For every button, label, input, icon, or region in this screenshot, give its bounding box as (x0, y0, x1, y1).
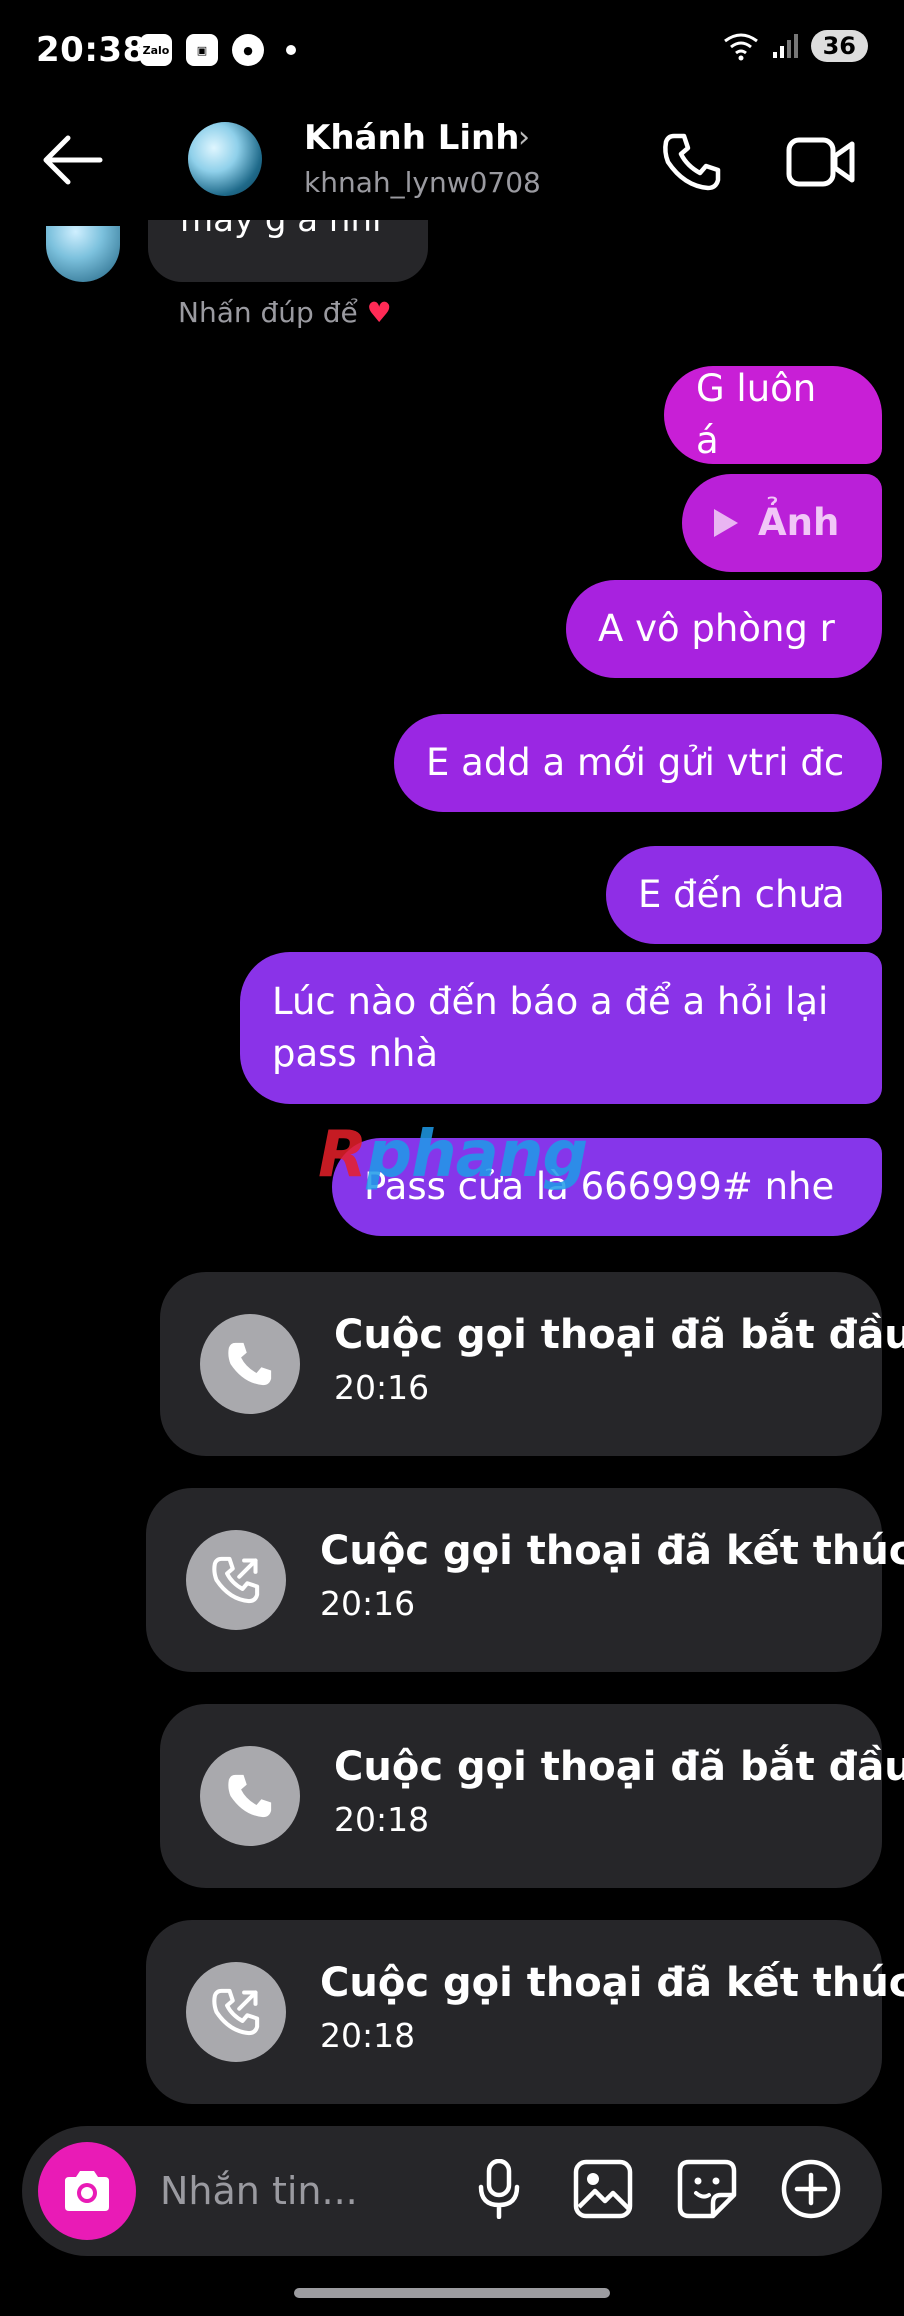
status-time: 20:38 (36, 30, 147, 70)
phone-outgoing-icon (186, 1962, 286, 2062)
heart-icon: ♥ (366, 296, 392, 329)
double-tap-hint-text: Nhấn đúp để (178, 296, 358, 329)
camera-icon (65, 2171, 109, 2211)
message-text: E đến chưa (638, 873, 845, 916)
message-text: E add a mới gửi vtri đc (426, 741, 845, 784)
call-time: 20:16 (334, 1368, 430, 1407)
battery-level: 36 (810, 30, 868, 62)
contact-name[interactable]: Khánh Linh (304, 118, 519, 158)
incoming-message-text: mày g ă nhỉ (180, 220, 382, 240)
image-icon (573, 2159, 633, 2219)
sticker-icon (677, 2159, 737, 2219)
outgoing-media-bubble[interactable]: Ảnh (682, 474, 882, 572)
play-icon (714, 509, 738, 537)
notification-dot (286, 45, 296, 55)
status-app-icons: Zalo ▣ ● (140, 34, 296, 66)
status-right: 36 (723, 30, 868, 62)
call-log-card[interactable]: Cuộc gọi thoại đã kết thúc 20:18 (146, 1920, 904, 2104)
back-arrow-icon[interactable] (40, 130, 104, 190)
call-log-card[interactable]: Cuộc gọi thoại đã bắt đầu 20:16 (160, 1272, 904, 1456)
outgoing-message-bubble[interactable]: E đến chưa (606, 846, 882, 944)
sticker-button[interactable] (674, 2156, 740, 2222)
sender-avatar[interactable] (46, 226, 120, 282)
call-title: Cuộc gọi thoại đã kết thúc (320, 1960, 904, 2006)
add-button[interactable] (778, 2156, 844, 2222)
phone-icon (200, 1746, 300, 1846)
call-time: 20:16 (320, 1584, 416, 1623)
profile-icon: ● (232, 34, 264, 66)
call-time: 20:18 (320, 2016, 416, 2055)
media-label: Ảnh (758, 501, 840, 544)
message-composer (22, 2126, 882, 2256)
outgoing-message-bubble[interactable]: E add a mới gửi vtri đc (394, 714, 882, 812)
call-log-card[interactable]: Cuộc gọi thoại đã bắt đầu 20:18 (160, 1704, 904, 1888)
microphone-button[interactable] (466, 2156, 532, 2222)
outgoing-message-bubble[interactable]: A vô phòng r (566, 580, 882, 678)
outgoing-message-bubble[interactable]: Lúc nào đến báo a để a hỏi lại pass nhà (240, 952, 882, 1104)
call-title: Cuộc gọi thoại đã bắt đầu (334, 1312, 904, 1358)
outgoing-message-bubble[interactable]: G luôn á (664, 366, 882, 464)
video-call-icon[interactable] (786, 134, 856, 190)
home-indicator[interactable] (294, 2288, 610, 2298)
phone-outgoing-icon (186, 1530, 286, 1630)
voice-call-icon[interactable] (660, 130, 724, 194)
scan-icon: ▣ (186, 34, 218, 66)
watermark-r: R (318, 1118, 367, 1192)
call-log-card[interactable]: Cuộc gọi thoại đã kết thúc 20:16 (146, 1488, 904, 1672)
call-time: 20:18 (334, 1800, 430, 1839)
contact-avatar[interactable] (188, 122, 262, 196)
phone-icon (200, 1314, 300, 1414)
zalo-icon: Zalo (140, 34, 172, 66)
incoming-message-bubble[interactable]: mày g ă nhỉ (148, 220, 428, 282)
message-text: A vô phòng r (598, 607, 835, 650)
watermark-rest: phang (366, 1118, 588, 1192)
chevron-right-icon[interactable]: › (518, 120, 530, 155)
message-text: Lúc nào đến báo a để a hỏi lại pass nhà (272, 980, 829, 1075)
message-text: G luôn á (696, 367, 817, 462)
microphone-icon (478, 2159, 520, 2219)
double-tap-hint: Nhấn đúp để ♥ (178, 296, 392, 329)
gallery-button[interactable] (570, 2156, 636, 2222)
message-input[interactable] (158, 2162, 462, 2220)
contact-username[interactable]: khnah_lynw0708 (304, 166, 541, 199)
signal-icon (772, 34, 798, 58)
watermark-logo: Rphang (318, 1118, 588, 1192)
plus-circle-icon (781, 2159, 841, 2219)
call-title: Cuộc gọi thoại đã kết thúc (320, 1528, 904, 1574)
call-title: Cuộc gọi thoại đã bắt đầu (334, 1744, 904, 1790)
wifi-icon (723, 33, 758, 61)
camera-button[interactable] (38, 2142, 136, 2240)
